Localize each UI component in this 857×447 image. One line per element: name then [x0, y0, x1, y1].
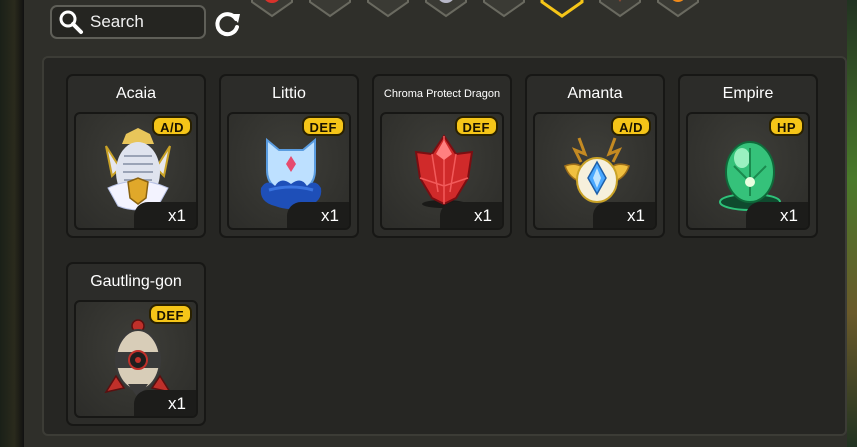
- egg-slot: DEF x1: [380, 112, 504, 230]
- egg-count: x1: [134, 390, 196, 416]
- egg-card-chroma-protect-dragon[interactable]: Chroma Protect Dragon DEF x1: [372, 74, 512, 238]
- egg-slot: A/D x1: [74, 112, 198, 230]
- egg-slot: HP x1: [686, 112, 810, 230]
- search-label: Search: [90, 12, 144, 31]
- background-left-edge: [0, 0, 24, 447]
- stat-badge: DEF: [148, 304, 192, 324]
- egg-count: x1: [593, 202, 655, 228]
- egg-slot: DEF x1: [227, 112, 351, 230]
- background-right-edge: [847, 0, 857, 447]
- dark-element-icon[interactable]: [480, 0, 528, 18]
- egg-name: Littio: [272, 85, 306, 102]
- egg-inventory-grid: Acaia A/D x1 Littio DEF x1 Chroma Protec…: [42, 56, 847, 436]
- chroma-protect-dragon-egg-icon: [414, 134, 474, 208]
- egg-name: Gautling-gon: [90, 273, 182, 290]
- yellow-element-icon[interactable]: [306, 0, 354, 18]
- egg-count: x1: [440, 202, 502, 228]
- egg-slot: DEF x1: [74, 300, 198, 418]
- egg-card-amanta[interactable]: Amanta A/D x1: [525, 74, 665, 238]
- stat-badge: HP: [768, 116, 804, 136]
- blue-element-icon[interactable]: [364, 0, 412, 18]
- empire-egg-icon: [719, 141, 781, 211]
- acaia-egg-icon: [105, 128, 171, 211]
- stat-badge: A/D: [611, 116, 651, 136]
- egg-name: Amanta: [567, 85, 623, 102]
- egg-card-gautling-gon[interactable]: Gautling-gon DEF x1: [66, 262, 206, 426]
- brown-element-icon[interactable]: [596, 0, 644, 18]
- search-icon: [59, 10, 83, 34]
- egg-card-acaia[interactable]: Acaia A/D x1: [66, 74, 206, 238]
- stat-badge: A/D: [152, 116, 192, 136]
- egg-name: Chroma Protect Dragon: [383, 88, 501, 100]
- inventory-window: Search Acaia A/D x1 Littio DEF x1 Chroma…: [24, 0, 847, 447]
- red-element-icon[interactable]: [248, 0, 296, 18]
- search-input[interactable]: Search: [50, 5, 206, 39]
- egg-card-empire[interactable]: Empire HP x1: [678, 74, 818, 238]
- amanta-egg-icon: [564, 137, 630, 203]
- egg-count: x1: [746, 202, 808, 228]
- egg-name: Acaia: [115, 85, 157, 102]
- egg-slot: A/D x1: [533, 112, 657, 230]
- orange-element-icon[interactable]: [654, 0, 702, 18]
- silver-element-icon[interactable]: [422, 0, 470, 18]
- littio-egg-icon: [260, 137, 322, 209]
- refresh-icon[interactable]: [214, 10, 242, 38]
- egg-card-littio[interactable]: Littio DEF x1: [219, 74, 359, 238]
- selected-element-icon[interactable]: [538, 0, 586, 18]
- egg-count: x1: [287, 202, 349, 228]
- egg-name: Empire: [722, 85, 774, 102]
- egg-count: x1: [134, 202, 196, 228]
- gautling-gon-egg-icon: [104, 319, 172, 398]
- stat-badge: DEF: [454, 116, 498, 136]
- stat-badge: DEF: [301, 116, 345, 136]
